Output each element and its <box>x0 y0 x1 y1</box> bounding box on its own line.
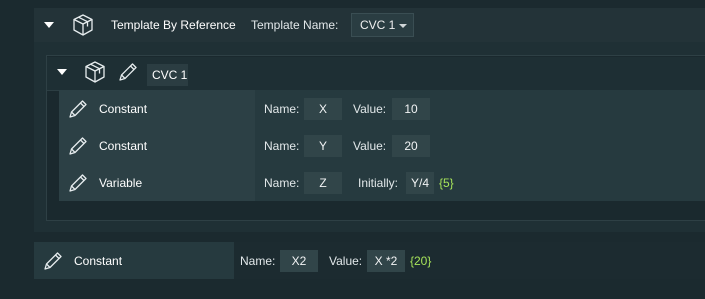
pencil-icon[interactable] <box>67 98 89 120</box>
row-kind-label: Variable <box>99 176 143 190</box>
initially-label: Initially: <box>358 176 399 190</box>
instance-pencil-icon[interactable] <box>117 61 139 83</box>
instance-collapse-caret-icon[interactable] <box>57 69 67 75</box>
constant-row-y: Constant Name: Y Value: 20 <box>59 127 705 164</box>
template-instance-header <box>47 57 705 91</box>
name-field[interactable]: Y <box>304 135 342 157</box>
value-field[interactable]: 10 <box>392 98 430 120</box>
constant-row-x: Constant Name: X Value: 10 <box>59 90 705 127</box>
initial-value-field[interactable]: Y/4 <box>406 172 434 194</box>
name-label: Name: <box>264 102 300 116</box>
instance-title-tag[interactable]: CVC 1 <box>147 64 188 86</box>
value-field[interactable]: X *2 <box>367 250 405 272</box>
chevron-down-icon <box>399 24 407 28</box>
name-label: Name: <box>264 176 300 190</box>
value-label: Value: <box>353 102 387 116</box>
block-title: Template By Reference <box>111 18 236 32</box>
template-name-value: CVC 1 <box>360 18 396 32</box>
instance-cube-icon <box>85 61 105 83</box>
constant-row-x2: Constant Name: X2 Value: X *2 {20} <box>34 242 705 279</box>
name-field[interactable]: Z <box>304 172 342 194</box>
name-field[interactable]: X2 <box>280 250 318 272</box>
value-label: Value: <box>353 139 387 153</box>
computed-result: {20} <box>410 254 432 268</box>
pencil-icon[interactable] <box>67 172 89 194</box>
variable-row-z: Variable Name: Z Initially: Y/4 {5} <box>59 164 705 201</box>
collapse-caret-icon[interactable] <box>44 22 54 28</box>
row-kind-label: Constant <box>99 139 148 153</box>
name-label: Name: <box>240 254 276 268</box>
pencil-icon[interactable] <box>67 135 89 157</box>
template-name-dropdown[interactable]: CVC 1 <box>351 13 414 37</box>
row-kind-label: Constant <box>74 254 123 268</box>
name-label: Name: <box>264 139 300 153</box>
row-kind-cell <box>34 242 234 279</box>
instance-title: CVC 1 <box>152 68 188 82</box>
cube-icon <box>73 14 93 36</box>
computed-result: {5} <box>439 176 454 190</box>
value-label: Value: <box>329 254 363 268</box>
value-field[interactable]: 20 <box>392 135 430 157</box>
pencil-icon[interactable] <box>42 250 64 272</box>
name-field[interactable]: X <box>304 98 342 120</box>
row-kind-label: Constant <box>99 102 148 116</box>
template-name-label: Template Name: <box>251 18 339 32</box>
